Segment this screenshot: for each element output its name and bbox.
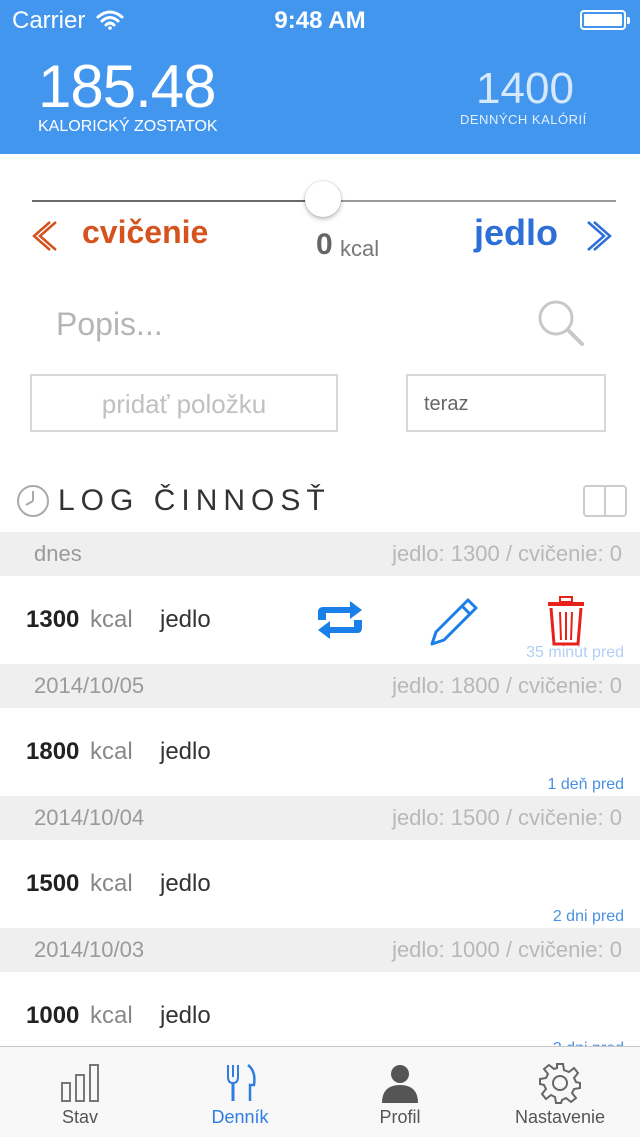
exercise-mode-button[interactable]: cvičenie (82, 214, 208, 251)
entry-type: jedlo (160, 738, 211, 765)
entry-kcal-value: 1000 (26, 1002, 80, 1029)
clock-icon (17, 485, 49, 517)
tab-nastavenie[interactable]: Nastavenie (480, 1047, 640, 1137)
fork-knife-icon (227, 1064, 256, 1101)
entry-type: jedlo (160, 606, 211, 633)
time-field[interactable]: teraz (406, 374, 606, 432)
day-summary: jedlo: 1500 / cvičenie: 0 (392, 805, 622, 830)
kcal-amount-unit: kcal (340, 236, 380, 261)
entry-kcal-unit: kcal (90, 870, 133, 897)
calorie-slider-thumb[interactable] (305, 181, 341, 217)
description-input[interactable] (40, 296, 552, 352)
day-header: 2014/10/05 jedlo: 1800 / cvičenie: 0 (0, 664, 640, 708)
calorie-balance-label: KALORICKÝ ZOSTATOK (38, 118, 218, 135)
day-summary: jedlo: 1800 / cvičenie: 0 (392, 673, 622, 698)
entry-type: jedlo (160, 870, 211, 897)
search-icon[interactable] (534, 296, 588, 350)
entry-kcal-unit: kcal (90, 738, 133, 765)
log-title: LOG ČINNOSŤ (58, 484, 331, 517)
header: Carrier 9:48 AM 185.48 KALORICKÝ ZOSTATO… (0, 0, 640, 154)
day-date: 2014/10/04 (34, 805, 145, 830)
repeat-icon[interactable] (312, 598, 368, 642)
book-icon[interactable] (582, 484, 628, 518)
tab-dennik[interactable]: Denník (160, 1047, 320, 1137)
gear-icon (539, 1063, 581, 1104)
day-date: 2014/10/03 (34, 937, 145, 962)
kcal-amount-value: 0 (316, 228, 333, 261)
pencil-icon[interactable] (426, 594, 482, 650)
entry-time-ago: 1 deň pred (547, 776, 624, 793)
entry-kcal-unit: kcal (90, 1002, 133, 1029)
day-header: 2014/10/04 jedlo: 1500 / cvičenie: 0 (0, 796, 640, 840)
calorie-balance-value: 185.48 (38, 53, 217, 120)
day-header: dnes jedlo: 1300 / cvičenie: 0 (0, 532, 640, 576)
day-summary: jedlo: 1000 / cvičenie: 0 (392, 937, 622, 962)
chevron-left-icon[interactable] (30, 218, 66, 254)
day-header: 2014/10/03 jedlo: 1000 / cvičenie: 0 (0, 928, 640, 972)
log-entry-row[interactable]: 1300 kcal jedlo 35 minút pred (0, 576, 640, 664)
entry-kcal-unit: kcal (90, 606, 133, 633)
log-entry-row[interactable]: 1500 kcal jedlo 2 dni pred (0, 840, 640, 928)
entry-kcal-value: 1500 (26, 870, 80, 897)
add-item-button[interactable]: pridať položku (30, 374, 338, 432)
chevron-right-icon[interactable] (578, 218, 614, 254)
day-date: dnes (34, 541, 82, 566)
entry-time-ago: 2 dni pred (552, 908, 624, 925)
status-time: 9:48 AM (274, 7, 366, 34)
day-date: 2014/10/05 (34, 673, 145, 698)
trash-icon[interactable] (544, 594, 588, 648)
food-mode-button[interactable]: jedlo (474, 212, 558, 254)
entry-kcal-value: 1800 (26, 738, 80, 765)
day-summary: jedlo: 1300 / cvičenie: 0 (392, 541, 622, 566)
log-entry-row[interactable]: 1800 kcal jedlo 1 deň pred (0, 708, 640, 796)
daily-calories-label: DENNÝCH KALÓRIÍ (460, 112, 587, 127)
tab-label: Denník (211, 1107, 269, 1127)
battery-icon (580, 10, 630, 30)
tab-stav[interactable]: Stav (0, 1047, 160, 1137)
bar-chart-icon (61, 1064, 99, 1102)
entry-kcal-value: 1300 (26, 606, 80, 633)
daily-calories-value[interactable]: 1400 (460, 64, 590, 114)
tab-bar: Stav Denník Profil Nastavenie (0, 1046, 640, 1137)
entry-type: jedlo (160, 1002, 211, 1029)
person-icon (382, 1065, 418, 1103)
tab-label: Profil (379, 1107, 421, 1127)
tab-label: Stav (61, 1107, 99, 1127)
tab-label: Nastavenie (514, 1107, 606, 1127)
entry-time-ago: 35 minút pred (526, 644, 624, 661)
calorie-slider-fill (32, 200, 322, 202)
tab-profil[interactable]: Profil (320, 1047, 480, 1137)
